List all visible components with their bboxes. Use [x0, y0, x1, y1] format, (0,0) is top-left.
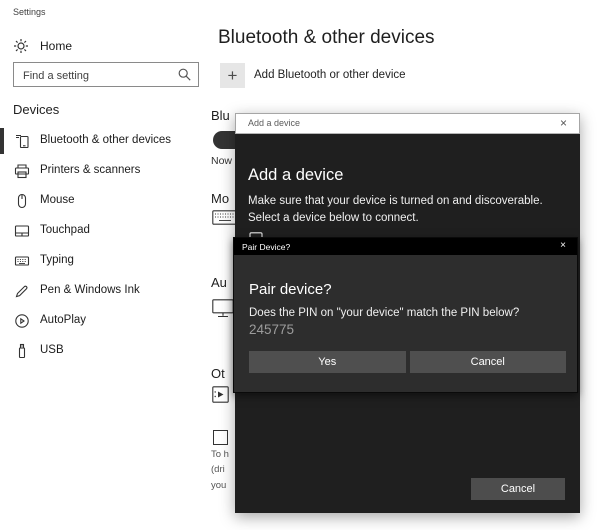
sidebar-item-label: Pen & Windows Ink — [40, 284, 140, 296]
mouse-section-heading-fragment: Mo — [211, 191, 230, 206]
pair-dialog-titlebar: Pair Device? × — [234, 238, 577, 255]
sidebar-section-header: Devices — [13, 102, 60, 117]
bluetooth-section-heading-fragment: Blu — [211, 108, 230, 123]
dialog-title: Add a device — [248, 118, 301, 128]
sidebar-item-bluetooth-other-devices[interactable]: Bluetooth & other devices — [0, 126, 210, 156]
pin-value: 245775 — [249, 322, 295, 337]
sidebar-item-label: Typing — [40, 254, 74, 266]
close-icon[interactable]: × — [557, 240, 569, 251]
cancel-button[interactable]: Cancel — [409, 351, 566, 373]
audio-section-heading-fragment: Au — [211, 275, 227, 290]
sidebar-item-label: Mouse — [40, 194, 75, 206]
sidebar-item-label: USB — [40, 344, 64, 356]
gear-icon — [13, 38, 29, 54]
dialog-description: Make sure that your device is turned on … — [248, 195, 543, 224]
sidebar-item-usb[interactable]: USB — [0, 336, 210, 366]
sidebar-item-label: Printers & scanners — [40, 164, 141, 176]
page-title: Bluetooth & other devices — [218, 27, 435, 48]
sidebar-item-mouse[interactable]: Mouse — [0, 186, 210, 216]
close-icon[interactable]: × — [557, 116, 570, 130]
sidebar-item-printers-scanners[interactable]: Printers & scanners — [0, 156, 210, 186]
sidebar-item-home[interactable]: Home — [0, 34, 210, 60]
plus-icon: + — [220, 63, 245, 88]
add-device-label: Add Bluetooth or other device — [254, 69, 406, 81]
mouse-icon — [14, 193, 30, 209]
settings-window: Settings Home Devices — [0, 0, 600, 530]
metered-text-fragment: you — [211, 480, 227, 491]
other-devices-heading-fragment: Ot — [211, 366, 225, 381]
sidebar-item-pen-windows-ink[interactable]: Pen & Windows Ink — [0, 276, 210, 306]
autoplay-icon — [14, 313, 30, 329]
window-title: Settings — [13, 7, 46, 17]
metered-text-fragment: To h — [211, 449, 229, 460]
pair-dialog-buttons: Yes Cancel — [249, 351, 566, 373]
keyboard-icon — [14, 253, 30, 269]
search-input[interactable] — [21, 64, 175, 87]
sidebar-item-label: Touchpad — [40, 224, 90, 236]
magnifier-icon[interactable] — [177, 67, 192, 82]
media-device-icon — [212, 386, 229, 403]
usb-icon — [14, 343, 30, 359]
cancel-button[interactable]: Cancel — [471, 478, 565, 500]
add-device-dialog-titlebar: Add a device × — [235, 113, 580, 134]
discoverable-text-fragment: Now — [211, 155, 233, 167]
metered-text-fragment: (dri — [211, 464, 225, 475]
sidebar-item-label: Home — [40, 39, 73, 53]
yes-button[interactable]: Yes — [249, 351, 406, 373]
metered-connection-checkbox[interactable] — [213, 430, 228, 445]
sidebar-item-label: Bluetooth & other devices — [40, 134, 172, 146]
pair-device-dialog: Pair Device? × Pair device? Does the PIN… — [233, 237, 578, 393]
pen-icon — [14, 283, 30, 299]
sidebar-item-autoplay[interactable]: AutoPlay — [0, 306, 210, 336]
sidebar-nav: Bluetooth & other devices Printers & sca… — [0, 126, 210, 366]
printer-icon — [14, 163, 30, 179]
pair-dialog-body: Pair device? Does the PIN on "your devic… — [234, 255, 577, 392]
sidebar-item-label: AutoPlay — [40, 314, 87, 326]
dialog-heading: Add a device — [248, 166, 344, 184]
sidebar-item-typing[interactable]: Typing — [0, 246, 210, 276]
dialog-title: Pair Device? — [242, 242, 291, 252]
monitor-icon — [212, 299, 234, 318]
pin-question: Does the PIN on "your device" match the … — [249, 307, 520, 319]
pair-heading: Pair device? — [249, 281, 332, 298]
bluetooth-device-icon — [14, 133, 30, 149]
selected-indicator — [0, 128, 4, 154]
search-box[interactable] — [13, 62, 199, 87]
touchpad-icon — [14, 223, 30, 239]
sidebar-item-touchpad[interactable]: Touchpad — [0, 216, 210, 246]
